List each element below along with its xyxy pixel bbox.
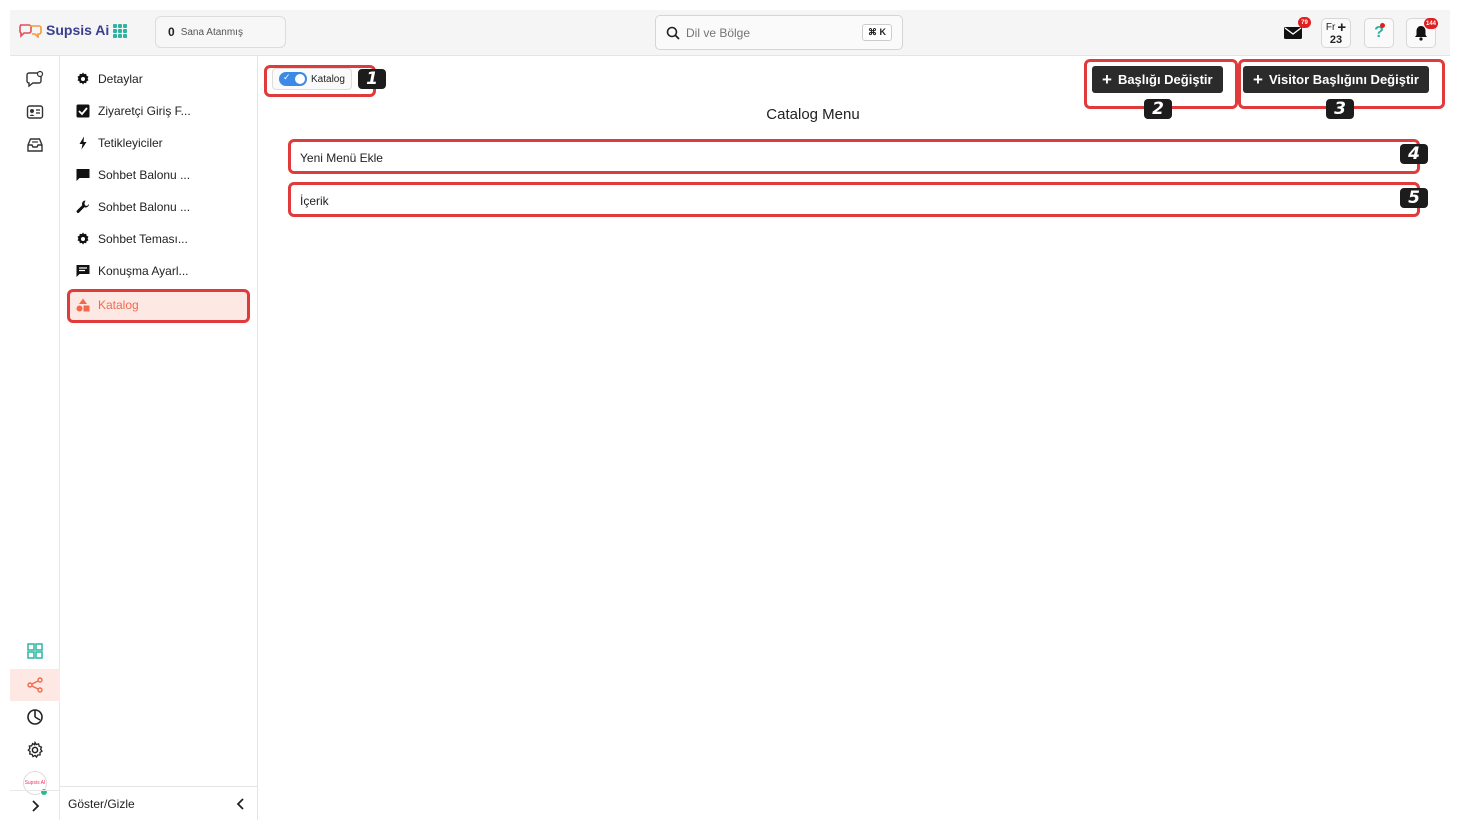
search-icon xyxy=(666,26,680,40)
dashboard-grid-icon xyxy=(27,643,43,659)
contact-card-icon xyxy=(26,105,44,119)
top-bar: Supsis Ai 0 Sana Atanmış ⌘ K 79 Fr + 23 … xyxy=(10,10,1450,56)
menu-item-label: Ziyaretçi Giriş F... xyxy=(98,104,191,118)
shapes-icon xyxy=(76,298,90,312)
mail-icon xyxy=(1284,27,1302,39)
change-title-label: Başlığı Değiştir xyxy=(1117,72,1213,87)
menu-item-label: Sohbet Balonu ... xyxy=(98,168,191,182)
main-content: ✓ Katalog + Başlığı Değiştir + Visitor B… xyxy=(258,56,1450,820)
rail-expand-button[interactable] xyxy=(10,790,60,820)
avatar-label: Supsis AI xyxy=(24,780,46,786)
gear-icon xyxy=(77,232,89,245)
add-new-menu-row[interactable]: Yeni Menü Ekle xyxy=(290,142,1417,173)
plus-icon: + xyxy=(1102,70,1112,89)
content-label: İçerik xyxy=(300,193,329,208)
help-indicator-dot xyxy=(1380,23,1385,28)
calendar-day: Fr xyxy=(1325,21,1336,33)
add-event-icon: + xyxy=(1337,19,1347,36)
annotation-number-1: 1 xyxy=(358,69,386,89)
assigned-label: Sana Atanmış xyxy=(180,26,243,38)
rail-chat[interactable] xyxy=(10,64,60,94)
mail-badge: 79 xyxy=(1298,17,1311,28)
left-rail: Supsis AI xyxy=(10,56,60,820)
switch-knob xyxy=(295,74,305,84)
clock-chart-icon xyxy=(27,709,43,725)
supsis-logo-icon xyxy=(19,24,42,38)
wrench-icon xyxy=(76,200,90,213)
chat-icon xyxy=(76,169,90,181)
menu-item-visitor-form[interactable]: Ziyaretçi Giriş F... xyxy=(68,96,248,126)
menu-item-details[interactable]: Detaylar xyxy=(68,64,248,94)
search-shortcut: ⌘ K xyxy=(862,24,892,41)
calendar-button[interactable]: Fr + 23 xyxy=(1321,18,1351,48)
content-row[interactable]: İçerik xyxy=(290,185,1417,216)
search-box[interactable]: ⌘ K xyxy=(655,15,903,50)
rail-dashboard[interactable] xyxy=(10,636,60,666)
menu-item-label: Tetikleyiciler xyxy=(98,136,163,150)
rail-inbox[interactable] xyxy=(10,130,60,160)
brand-name: Supsis Ai xyxy=(46,22,110,38)
bolt-icon xyxy=(79,136,87,150)
apps-grid-icon[interactable] xyxy=(113,24,127,38)
brand-logo[interactable]: Supsis Ai xyxy=(18,22,109,38)
change-visitor-title-label: Visitor Başlığını Değiştir xyxy=(1268,72,1419,87)
annotation-number-2: 2 xyxy=(1144,99,1172,119)
catalog-toggle-label: Katalog xyxy=(311,73,345,85)
menu-item-catalog[interactable]: Katalog xyxy=(68,290,248,320)
search-input[interactable] xyxy=(686,25,856,40)
menu-item-conversation-settings[interactable]: Konuşma Ayarl... xyxy=(68,256,248,286)
rail-settings[interactable] xyxy=(10,735,60,765)
menu-item-triggers[interactable]: Tetikleyiciler xyxy=(68,128,248,158)
rail-integrations[interactable] xyxy=(10,669,60,701)
check-icon: ✓ xyxy=(283,72,291,82)
app-window: Supsis Ai 0 Sana Atanmış ⌘ K 79 Fr + 23 … xyxy=(10,10,1450,820)
catalog-toggle[interactable]: ✓ Katalog xyxy=(272,68,352,90)
gear-icon xyxy=(77,72,89,85)
plus-icon: + xyxy=(1253,70,1263,89)
assigned-to-me-button[interactable]: 0 Sana Atanmış xyxy=(155,16,286,48)
chevron-left-icon xyxy=(236,797,244,810)
menu-item-label: Sohbet Balonu ... xyxy=(98,200,191,214)
menu-item-label: Detaylar xyxy=(98,72,143,86)
rail-reports[interactable] xyxy=(10,702,60,732)
mail-button[interactable]: 79 xyxy=(1278,17,1311,48)
settings-gear-icon xyxy=(27,741,43,759)
menu-item-chat-theme[interactable]: Sohbet Teması... xyxy=(68,224,248,254)
annotation-number-3: 3 xyxy=(1326,99,1354,119)
show-hide-toggle[interactable]: Göster/Gizle xyxy=(60,786,258,820)
annotation-number-4: 4 xyxy=(1400,144,1428,164)
menu-item-label: Katalog xyxy=(98,298,139,312)
chat-bubble-icon xyxy=(26,70,44,88)
rail-contacts[interactable] xyxy=(10,97,60,127)
chevron-right-icon xyxy=(32,799,40,812)
change-visitor-title-button[interactable]: + Visitor Başlığını Değiştir xyxy=(1243,66,1429,93)
assigned-count: 0 xyxy=(168,25,175,39)
change-title-button[interactable]: + Başlığı Değiştir xyxy=(1092,66,1223,93)
notifications-button[interactable]: 144 xyxy=(1406,18,1438,48)
help-button[interactable]: ? xyxy=(1364,18,1394,48)
catalog-switch[interactable]: ✓ xyxy=(279,72,307,86)
inbox-icon xyxy=(27,138,43,152)
notifications-badge: 144 xyxy=(1423,18,1438,29)
menu-item-chat-bubble-1[interactable]: Sohbet Balonu ... xyxy=(68,160,248,190)
show-hide-label: Göster/Gizle xyxy=(68,796,135,811)
annotation-number-5: 5 xyxy=(1400,188,1428,208)
add-new-menu-label: Yeni Menü Ekle xyxy=(300,150,383,165)
checkbox-icon xyxy=(76,104,90,118)
settings-side-menu: Detaylar Ziyaretçi Giriş F... Tetikleyic… xyxy=(60,56,258,820)
menu-item-label: Konuşma Ayarl... xyxy=(98,264,189,278)
message-icon xyxy=(76,265,90,277)
share-nodes-icon xyxy=(27,677,43,693)
calendar-date: 23 xyxy=(1329,34,1343,46)
menu-item-label: Sohbet Teması... xyxy=(98,232,188,246)
menu-item-chat-bubble-2[interactable]: Sohbet Balonu ... xyxy=(68,192,248,222)
page-title: Catalog Menu xyxy=(766,106,860,123)
